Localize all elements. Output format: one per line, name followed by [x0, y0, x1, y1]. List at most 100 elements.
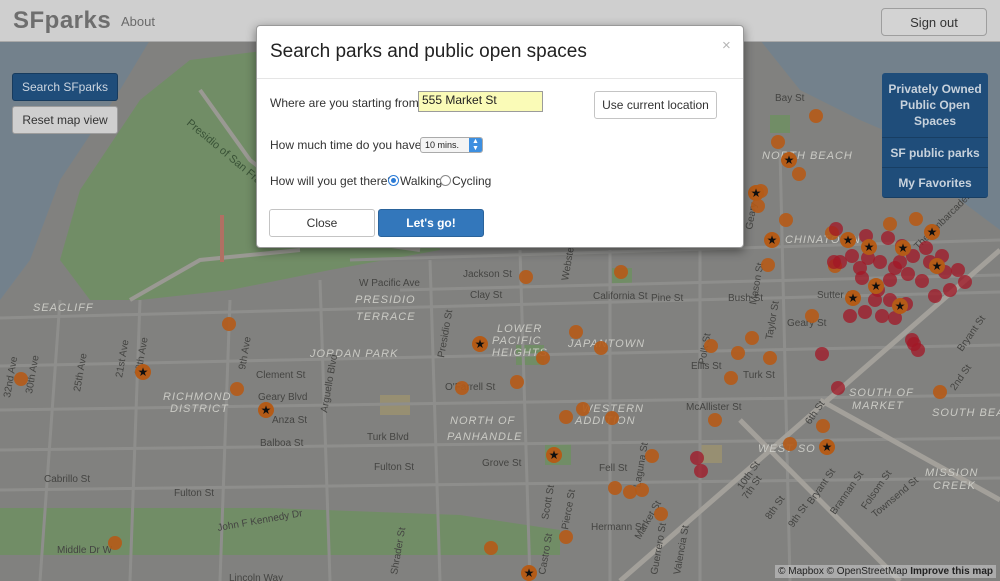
park-marker[interactable]	[724, 371, 738, 385]
park-marker[interactable]	[783, 437, 797, 451]
map-label: ADDITION	[574, 415, 636, 427]
brand-logo[interactable]: SFparks	[13, 7, 111, 35]
park-marker[interactable]	[510, 375, 524, 389]
osm-attribution-link[interactable]: © OpenStreetMap	[827, 566, 908, 577]
popos-marker[interactable]	[958, 275, 972, 289]
time-select[interactable]: 10 mins. ▲ ▼	[420, 137, 483, 153]
map-label: CREEK	[933, 480, 976, 492]
park-marker[interactable]	[484, 541, 498, 555]
mapbox-attribution-link[interactable]: © Mapbox	[778, 566, 824, 577]
popos-marker[interactable]	[881, 231, 895, 245]
map-label: Turk Blvd	[367, 432, 409, 443]
park-marker[interactable]	[569, 325, 583, 339]
park-marker[interactable]	[623, 485, 637, 499]
park-marker[interactable]	[14, 372, 28, 386]
modal-close-button[interactable]: Close	[269, 209, 375, 237]
map-label: Cabrillo St	[44, 474, 90, 485]
park-marker[interactable]	[751, 199, 765, 213]
start-location-label: Where are you starting from?	[270, 96, 426, 110]
park-marker[interactable]	[771, 135, 785, 149]
park-marker[interactable]	[654, 507, 668, 521]
park-marker[interactable]	[222, 317, 236, 331]
park-marker[interactable]	[608, 481, 622, 495]
park-marker[interactable]	[708, 413, 722, 427]
map-label: Clay St	[470, 290, 502, 301]
reset-map-view-button[interactable]: Reset map view	[12, 106, 118, 134]
park-marker[interactable]	[763, 351, 777, 365]
popos-marker[interactable]	[875, 309, 889, 323]
walking-radio-label[interactable]: Walking	[400, 174, 442, 188]
popos-marker[interactable]	[943, 283, 957, 297]
search-sfparks-button[interactable]: Search SFparks	[12, 73, 118, 101]
popos-marker[interactable]	[907, 337, 921, 351]
park-marker[interactable]	[230, 382, 244, 396]
park-marker[interactable]	[933, 385, 947, 399]
park-marker[interactable]	[576, 402, 590, 416]
park-marker[interactable]	[761, 258, 775, 272]
use-current-location-button[interactable]: Use current location	[594, 91, 717, 119]
popos-marker[interactable]	[873, 255, 887, 269]
park-marker[interactable]	[519, 270, 533, 284]
star-icon: ★	[843, 233, 854, 247]
popos-marker[interactable]	[694, 464, 708, 478]
park-marker[interactable]	[805, 309, 819, 323]
park-marker[interactable]	[704, 339, 718, 353]
popos-marker[interactable]	[928, 289, 942, 303]
popos-marker[interactable]	[883, 273, 897, 287]
park-marker[interactable]	[883, 217, 897, 231]
park-marker[interactable]	[779, 213, 793, 227]
map-label: TERRACE	[356, 311, 416, 323]
popos-marker[interactable]	[853, 261, 867, 275]
map-label: Jackson St	[463, 269, 512, 280]
popos-marker[interactable]	[843, 309, 857, 323]
popos-marker[interactable]	[868, 293, 882, 307]
park-marker[interactable]	[645, 449, 659, 463]
lets-go-button[interactable]: Let's go!	[378, 209, 484, 237]
popos-marker[interactable]	[831, 381, 845, 395]
layer-sf-public-parks[interactable]: SF public parks	[882, 138, 988, 168]
popos-marker[interactable]	[690, 451, 704, 465]
cycling-radio[interactable]	[440, 175, 451, 186]
park-marker[interactable]	[108, 536, 122, 550]
park-marker[interactable]	[792, 167, 806, 181]
park-marker[interactable]	[559, 530, 573, 544]
start-location-input[interactable]: 555 Market St	[418, 91, 543, 112]
park-marker[interactable]	[809, 109, 823, 123]
popos-marker[interactable]	[915, 274, 929, 288]
map-label: MARKET	[852, 400, 904, 412]
popos-marker[interactable]	[893, 255, 907, 269]
map-label: McAllister St	[686, 402, 742, 413]
park-marker[interactable]	[816, 419, 830, 433]
park-marker[interactable]	[536, 351, 550, 365]
popos-marker[interactable]	[827, 255, 841, 269]
park-marker[interactable]	[594, 341, 608, 355]
popos-marker[interactable]	[829, 222, 843, 236]
popos-marker[interactable]	[951, 263, 965, 277]
sign-out-button[interactable]: Sign out	[881, 8, 987, 36]
popos-marker[interactable]	[845, 249, 859, 263]
layer-panel: Privately Owned Public Open Spaces SF pu…	[882, 73, 988, 198]
layer-popos[interactable]: Privately Owned Public Open Spaces	[882, 73, 988, 138]
park-marker[interactable]	[559, 410, 573, 424]
park-marker[interactable]	[605, 411, 619, 425]
layer-my-favorites[interactable]: My Favorites	[882, 168, 988, 198]
park-marker[interactable]	[455, 381, 469, 395]
park-marker[interactable]	[909, 212, 923, 226]
about-link[interactable]: About	[121, 14, 155, 29]
cycling-radio-label[interactable]: Cycling	[452, 174, 491, 188]
park-marker[interactable]	[635, 483, 649, 497]
improve-map-link[interactable]: Improve this map	[910, 566, 993, 577]
close-icon[interactable]: ×	[722, 37, 731, 54]
park-marker[interactable]	[731, 346, 745, 360]
star-icon: ★	[895, 299, 906, 313]
popos-marker[interactable]	[919, 241, 933, 255]
map-label: RICHMOND	[163, 391, 232, 403]
popos-marker[interactable]	[815, 347, 829, 361]
map-label: Anza St	[272, 415, 307, 426]
map-label: PANHANDLE	[447, 431, 522, 443]
walking-radio[interactable]	[388, 175, 399, 186]
park-marker[interactable]	[614, 265, 628, 279]
popos-marker[interactable]	[901, 267, 915, 281]
park-marker[interactable]	[745, 331, 759, 345]
popos-marker[interactable]	[858, 305, 872, 319]
